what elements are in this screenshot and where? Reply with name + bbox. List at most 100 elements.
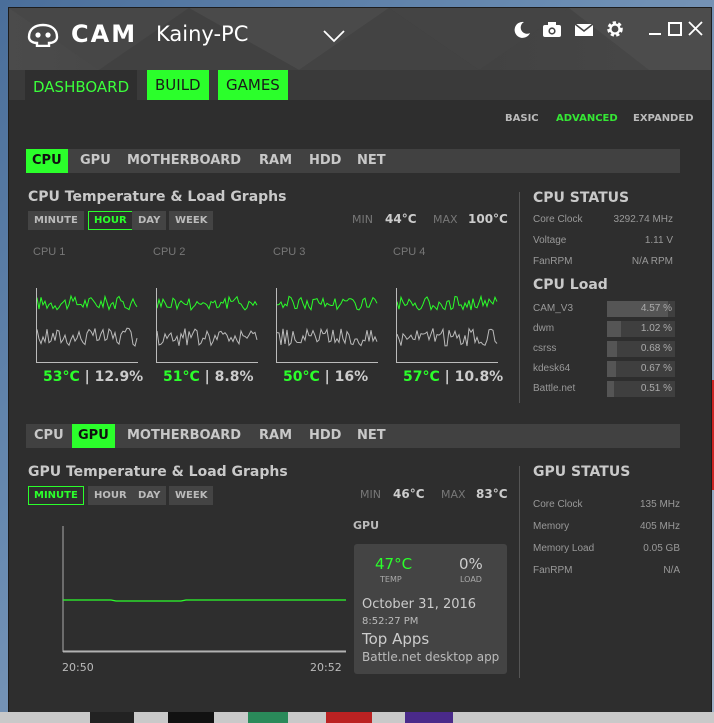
gpu-min-label: MIN — [360, 488, 381, 501]
process-load-bar: 0.68 % — [607, 341, 675, 357]
status-label: Voltage — [533, 235, 567, 246]
subtab-net[interactable]: NET — [351, 149, 392, 173]
gpu-range-hour[interactable]: HOUR — [88, 486, 133, 505]
subtab-motherboard[interactable]: MOTHERBOARD — [121, 149, 247, 173]
cpu-range-day[interactable]: DAY — [132, 211, 167, 230]
status-value: N/A — [663, 565, 680, 576]
minimize-icon[interactable] — [645, 18, 667, 40]
load-line — [397, 327, 498, 347]
gpu-x-end: 20:52 — [310, 661, 342, 674]
gpu-status-title: GPU STATUS — [533, 464, 631, 480]
core-label: CPU 4 — [393, 246, 426, 258]
cpu-range-hour[interactable]: HOUR — [88, 211, 133, 230]
core-graph — [396, 288, 498, 363]
core-graph — [36, 288, 138, 363]
gpu-graph — [62, 526, 346, 653]
tab-games[interactable]: GAMES — [218, 70, 288, 100]
process-name: csrss — [533, 343, 557, 354]
process-load-bar: 0.51 % — [607, 381, 675, 397]
temp-line — [37, 294, 138, 311]
process-load: 4.57 % — [640, 303, 672, 314]
core-graph — [276, 288, 378, 363]
process-load: 0.51 % — [640, 383, 672, 394]
moon-icon[interactable] — [511, 18, 533, 40]
core-temp: 53°C — [43, 369, 80, 385]
process-load-bar: 0.67 % — [607, 361, 675, 377]
cpu-range-minute[interactable]: MINUTE — [28, 211, 84, 230]
status-value: 405 MHz — [639, 521, 680, 532]
taskbar-app-icon[interactable] — [248, 712, 288, 723]
subtab-hdd[interactable]: HDD — [303, 149, 347, 173]
gear-icon[interactable] — [604, 18, 626, 40]
core-graph — [156, 288, 258, 363]
divider — [519, 466, 520, 678]
tab-dashboard[interactable]: DASHBOARD — [25, 70, 138, 100]
gpu-load-label: LOAD — [460, 575, 482, 584]
process-load-bar: 1.02 % — [607, 321, 675, 337]
cpu-min-value: 44°C — [385, 212, 417, 226]
subtab-gpu[interactable]: GPU — [72, 424, 115, 448]
core-readout: 50°C | 16% — [283, 369, 369, 385]
subtab-ram[interactable]: RAM — [253, 149, 298, 173]
gpu-range-day[interactable]: DAY — [132, 486, 167, 505]
subtab-cpu[interactable]: CPU — [28, 424, 70, 448]
gpu-box-title: GPU — [353, 519, 380, 532]
status-label: FanRPM — [533, 256, 573, 267]
status-value: 3292.74 MHz — [613, 214, 673, 225]
temp-line — [157, 295, 258, 312]
gpu-range-minute[interactable]: MINUTE — [28, 486, 84, 505]
process-name: CAM_V3 — [533, 303, 574, 314]
process-load-bar: 4.57 % — [607, 301, 675, 317]
gpu-time: 8:52:27 PM — [362, 616, 419, 627]
cpu-load-title: CPU Load — [533, 277, 608, 293]
process-load: 0.68 % — [640, 343, 672, 354]
gpu-range-week[interactable]: WEEK — [169, 486, 214, 505]
core-load: 10.8% — [454, 369, 504, 385]
load-line — [157, 328, 258, 347]
taskbar-app-icon[interactable] — [326, 712, 372, 723]
taskbar-app-icon[interactable] — [168, 712, 214, 723]
chevron-down-icon[interactable] — [322, 29, 346, 43]
maximize-icon[interactable] — [665, 18, 687, 40]
load-fill — [607, 381, 614, 397]
cpu-range-week[interactable]: WEEK — [169, 211, 214, 230]
cpu-max-label: MAX — [433, 213, 458, 226]
gpu-date: October 31, 2016 — [362, 597, 477, 612]
core-load: 16% — [334, 369, 369, 385]
top-app: Battle.net desktop app — [362, 650, 500, 664]
camera-icon[interactable] — [541, 18, 563, 40]
gpu-load: 0% — [459, 555, 483, 573]
mode-advanced[interactable]: ADVANCED — [556, 113, 618, 124]
gpu-temp: 47°C — [375, 555, 413, 573]
app-logo-text: CAM — [71, 20, 138, 48]
status-value: 0.05 GB — [643, 543, 680, 554]
subtab-cpu[interactable]: CPU — [26, 149, 68, 173]
taskbar-app-icon[interactable] — [405, 712, 453, 723]
process-load: 0.67 % — [640, 363, 672, 374]
subtab-ram[interactable]: RAM — [253, 424, 298, 448]
gpu-temp-line — [63, 599, 346, 602]
status-value: N/A RPM — [631, 256, 673, 267]
process-name: dwm — [533, 323, 555, 334]
subtab-motherboard[interactable]: MOTHERBOARD — [121, 424, 247, 448]
status-value: 135 MHz — [639, 499, 680, 510]
divider — [519, 192, 520, 403]
core-temp: 57°C — [403, 369, 440, 385]
load-fill — [607, 321, 621, 337]
subtab-net[interactable]: NET — [351, 424, 392, 448]
gpu-max-value: 83°C — [476, 487, 508, 501]
cam-window: CAM Kainy-PC DASHBOARD BUILD GAMES BASIC… — [8, 7, 712, 717]
subtab-gpu[interactable]: GPU — [74, 149, 117, 173]
mode-basic[interactable]: BASIC — [505, 113, 539, 124]
load-fill — [607, 341, 617, 357]
mode-expanded[interactable]: EXPANDED — [633, 113, 694, 124]
tab-build[interactable]: BUILD — [147, 70, 209, 100]
mail-icon[interactable] — [573, 18, 595, 40]
close-icon[interactable] — [685, 18, 707, 40]
subtab-hdd[interactable]: HDD — [303, 424, 347, 448]
taskbar-app-icon[interactable] — [90, 712, 134, 723]
core-label: CPU 3 — [273, 246, 306, 258]
pc-name[interactable]: Kainy-PC — [156, 22, 248, 46]
temp-line — [277, 295, 378, 311]
core-temp: 50°C — [283, 369, 320, 385]
